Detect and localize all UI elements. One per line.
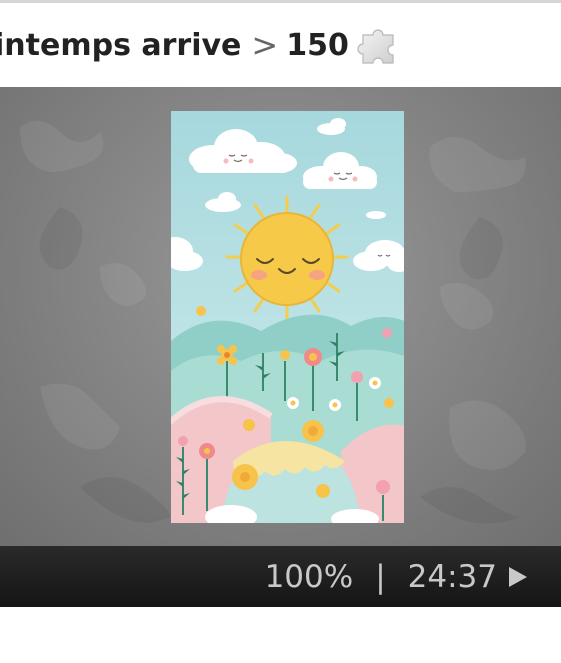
- piece-count: 150: [286, 27, 349, 63]
- status-bar: 100% | 24:37: [0, 546, 561, 607]
- elapsed-timer: 24:37: [407, 558, 497, 595]
- cloud-1: [189, 129, 297, 173]
- puzzle-image[interactable]: [171, 111, 404, 523]
- breadcrumb-separator: >: [251, 26, 279, 64]
- play-icon[interactable]: [507, 565, 529, 589]
- status-divider: |: [375, 558, 386, 595]
- zoom-level[interactable]: 100%: [265, 559, 354, 595]
- breadcrumb-title[interactable]: intemps arrive: [0, 28, 241, 63]
- puzzle-board[interactable]: [0, 87, 561, 546]
- puzzle-piece-icon: [357, 23, 401, 67]
- top-divider: [0, 0, 561, 3]
- breadcrumb: intemps arrive > 150: [0, 22, 561, 68]
